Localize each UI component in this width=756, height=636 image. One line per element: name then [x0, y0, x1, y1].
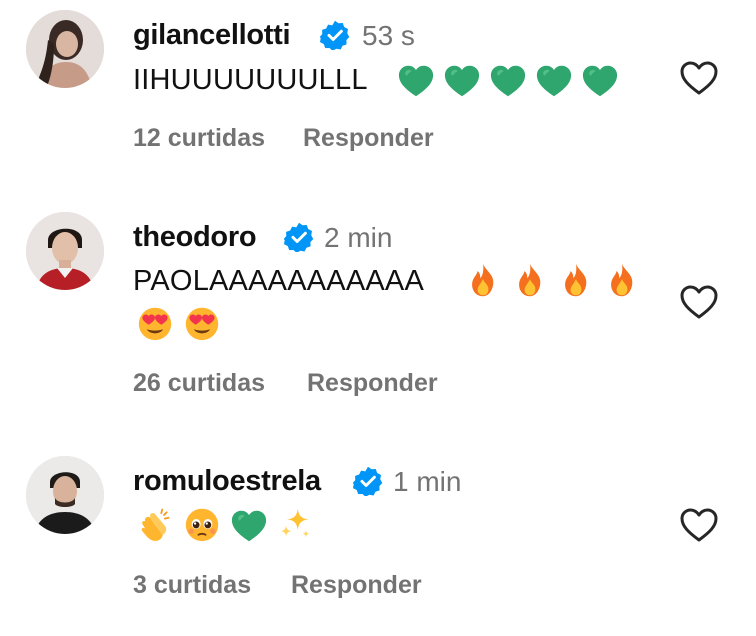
comment-text: IIHUUUUUUULLL: [133, 64, 368, 96]
fire-icon: [604, 262, 640, 298]
fire-icon: [512, 262, 548, 298]
like-count[interactable]: 3 curtidas: [133, 571, 251, 600]
heart-eyes-icon: [137, 305, 173, 341]
reply-button[interactable]: Responder: [291, 571, 422, 600]
like-heart-icon[interactable]: [679, 284, 719, 320]
comment-time: 2 min: [324, 222, 393, 253]
green-heart-icon: [231, 508, 267, 544]
verified-badge-icon: [284, 222, 314, 252]
comment-text: PAOLAAAAAAAAAAA: [133, 265, 424, 297]
verified-badge-icon: [353, 466, 383, 496]
comment-time: 53 s: [362, 20, 415, 51]
like-heart-icon[interactable]: [679, 60, 719, 96]
username[interactable]: romuloestrela: [133, 465, 321, 498]
username[interactable]: gilancellotti: [133, 19, 291, 52]
reply-button[interactable]: Responder: [303, 124, 434, 153]
comment-time: 1 min: [393, 466, 462, 497]
avatar[interactable]: [26, 212, 104, 290]
clapping-hands-icon: [137, 506, 173, 542]
like-heart-icon[interactable]: [679, 507, 719, 543]
like-count[interactable]: 26 curtidas: [133, 369, 265, 398]
verified-badge-icon: [320, 20, 350, 50]
reply-button[interactable]: Responder: [307, 369, 438, 398]
green-heart-icon: [490, 63, 526, 99]
green-heart-icon: [444, 63, 480, 99]
avatar[interactable]: [26, 10, 104, 88]
username[interactable]: theodoro: [133, 221, 257, 254]
green-heart-icon: [536, 63, 572, 99]
pleading-face-icon: [184, 506, 220, 542]
green-heart-icon: [582, 63, 618, 99]
heart-eyes-icon: [184, 305, 220, 341]
sparkles-icon: [278, 505, 314, 541]
green-heart-icon: [398, 63, 434, 99]
like-count[interactable]: 12 curtidas: [133, 124, 265, 153]
fire-icon: [558, 262, 594, 298]
fire-icon: [465, 262, 501, 298]
avatar[interactable]: [26, 456, 104, 534]
